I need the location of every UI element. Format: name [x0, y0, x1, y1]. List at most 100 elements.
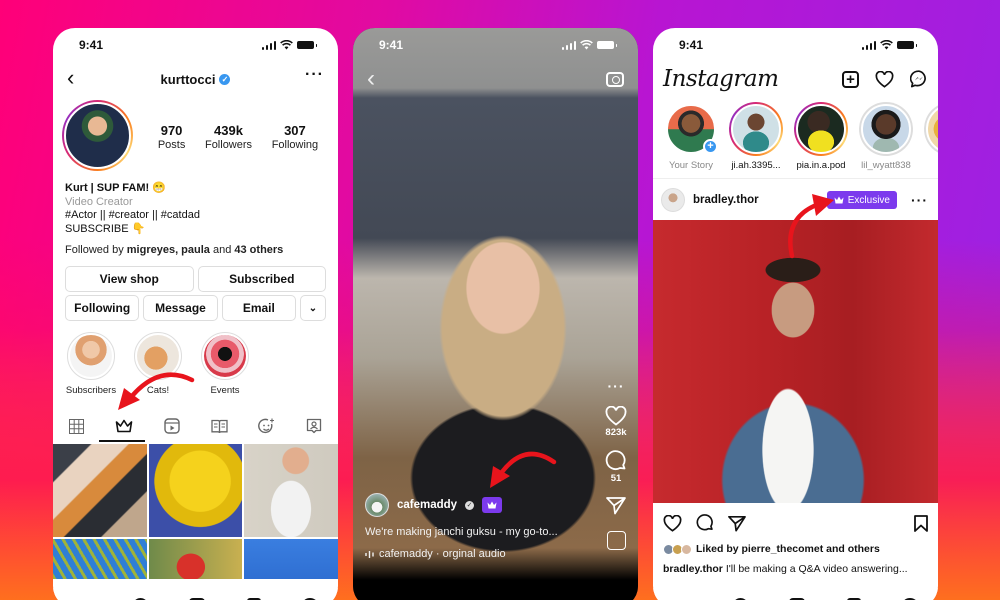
- share-icon[interactable]: [728, 515, 746, 532]
- profile-actions-row1: View shop Subscribed: [65, 266, 326, 292]
- wifi-icon: [280, 40, 293, 50]
- battery-icon: [597, 41, 617, 49]
- add-story-icon[interactable]: +: [703, 139, 718, 154]
- status-bar: 9:41: [653, 28, 938, 62]
- status-bar: 9:41: [353, 28, 638, 62]
- grid-post[interactable]: [148, 444, 243, 537]
- story-highlights: Subscribers Cats! Events: [65, 332, 251, 396]
- grid-icon: [69, 418, 85, 434]
- following-button[interactable]: Following: [65, 295, 140, 321]
- messenger-icon[interactable]: [910, 70, 928, 88]
- exclusive-badge[interactable]: Exclusive: [826, 191, 897, 209]
- tab-tagged[interactable]: [299, 412, 329, 440]
- active-tab-indicator: [99, 440, 145, 442]
- post-actions: [663, 512, 928, 534]
- system-icons: [561, 40, 617, 50]
- verified-badge-icon: ✓: [219, 73, 231, 85]
- grid-post[interactable]: [53, 539, 147, 579]
- liked-by[interactable]: Liked by pierre_thecomet and others: [663, 543, 880, 555]
- bio-category: Video Creator: [65, 195, 133, 208]
- save-icon[interactable]: [914, 514, 928, 532]
- story-item[interactable]: lil_wyatt838: [858, 102, 914, 171]
- status-time: 9:41: [379, 38, 404, 52]
- bio-line: #Actor || #creator || #catdad: [65, 209, 200, 221]
- heart-icon[interactable]: [605, 406, 627, 426]
- profile-avatar[interactable]: [62, 100, 133, 171]
- feed-screen: 9:41 Instagram + + Your Story ji.ah.3395…: [653, 28, 938, 600]
- tab-reels[interactable]: [157, 412, 187, 440]
- post-author-avatar[interactable]: [661, 188, 685, 212]
- author-username[interactable]: cafemaddy: [397, 499, 457, 511]
- story-item[interactable]: pia.in.a.pod: [793, 102, 849, 171]
- stories-tray: + Your Story ji.ah.3395... pia.in.a.pod …: [663, 102, 938, 171]
- liker-avatar: [681, 543, 692, 555]
- profile-actions-row2: Following Message Email ⌄: [65, 295, 326, 321]
- profile-screen: 9:41 ‹ kurttocci ✓ ··· 970 Posts 439k Follo…: [53, 28, 338, 600]
- reels-icon: [164, 418, 180, 434]
- bottom-nav: [653, 588, 938, 600]
- signal-icon: [561, 40, 576, 50]
- feed-header: Instagram +: [663, 64, 928, 94]
- grid-post[interactable]: [244, 444, 338, 537]
- grid-post[interactable]: [244, 539, 338, 579]
- story-item[interactable]: sapp: [923, 102, 938, 171]
- back-button[interactable]: ‹: [67, 66, 74, 90]
- message-button[interactable]: Message: [143, 295, 218, 321]
- tagged-icon: [307, 418, 322, 434]
- more-options-icon[interactable]: ···: [911, 192, 928, 208]
- like-count: 823k: [605, 427, 627, 438]
- divider: [653, 178, 938, 179]
- profile-stats: 970 Posts 439k Followers 307 Following: [148, 123, 328, 151]
- post-author-username[interactable]: bradley.thor: [693, 194, 759, 206]
- exclusive-crown-badge[interactable]: [482, 497, 503, 513]
- heart-icon[interactable]: [875, 70, 894, 88]
- more-options-icon[interactable]: ···: [305, 66, 324, 84]
- more-options-icon[interactable]: ···: [608, 378, 625, 394]
- email-button[interactable]: Email: [221, 295, 296, 321]
- comment-count: 51: [610, 473, 622, 484]
- tab-effects[interactable]: [252, 412, 282, 440]
- highlight-item[interactable]: Subscribers: [65, 332, 117, 396]
- share-icon[interactable]: [606, 496, 626, 515]
- back-button[interactable]: ‹: [367, 67, 375, 91]
- highlight-item[interactable]: Events: [199, 332, 251, 396]
- audio-wave-icon: [365, 550, 374, 558]
- reel-caption[interactable]: We're making janchi guksu - my go-to...: [365, 526, 558, 538]
- like-icon[interactable]: [663, 514, 682, 532]
- grid-post[interactable]: [53, 444, 147, 537]
- highlight-item[interactable]: Cats!: [132, 332, 184, 396]
- crown-icon: [115, 419, 133, 433]
- stat-followers[interactable]: 439k Followers: [205, 123, 252, 151]
- author-avatar[interactable]: [365, 493, 389, 517]
- status-time: 9:41: [79, 38, 104, 52]
- wifi-icon: [580, 40, 593, 50]
- signal-icon: [861, 40, 876, 50]
- battery-icon: [297, 41, 317, 49]
- reel-screen: 9:41 ‹ ··· 823k 51 cafemaddy ✓ We're mak…: [353, 28, 638, 600]
- view-shop-button[interactable]: View shop: [65, 266, 194, 292]
- tab-grid[interactable]: [62, 412, 92, 440]
- profile-tabs: [53, 411, 338, 441]
- post-image[interactable]: [653, 220, 938, 503]
- audio-thumbnail[interactable]: [606, 531, 626, 550]
- stat-posts[interactable]: 970 Posts: [158, 123, 186, 151]
- effects-icon: [258, 418, 275, 433]
- tab-guides[interactable]: [204, 412, 234, 440]
- signal-icon: [261, 40, 276, 50]
- new-post-icon[interactable]: +: [842, 70, 859, 88]
- suggested-dropdown-button[interactable]: ⌄: [299, 295, 326, 321]
- story-item[interactable]: ji.ah.3395...: [728, 102, 784, 171]
- instagram-logo[interactable]: Instagram: [663, 66, 779, 92]
- grid-post[interactable]: [148, 539, 243, 579]
- story-item[interactable]: + Your Story: [663, 102, 719, 171]
- reel-audio[interactable]: cafemaddy · orginal audio: [365, 548, 506, 560]
- post-caption[interactable]: bradley.thor I'll be making a Q&A video …: [663, 563, 908, 575]
- followed-by[interactable]: Followed by migreyes, paula and 43 other…: [65, 244, 283, 256]
- camera-icon[interactable]: [606, 71, 624, 87]
- subscribed-button[interactable]: Subscribed: [197, 266, 326, 292]
- subscriber-content-grid: [53, 444, 338, 579]
- comment-icon[interactable]: [605, 450, 627, 472]
- comment-icon[interactable]: [696, 514, 714, 532]
- tab-subscriptions[interactable]: [109, 412, 139, 440]
- stat-following[interactable]: 307 Following: [272, 123, 318, 151]
